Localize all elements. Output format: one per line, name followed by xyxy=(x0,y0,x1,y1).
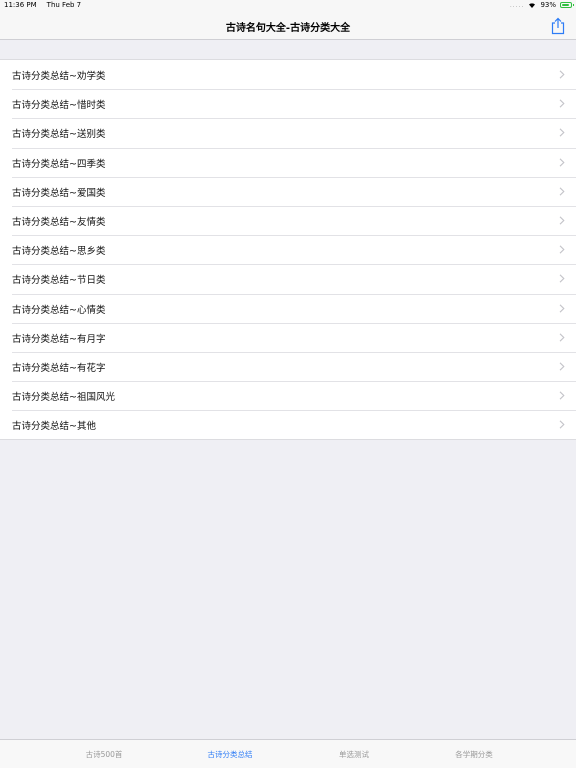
list-item[interactable]: 古诗分类总结~思乡类 xyxy=(0,235,576,264)
list-item[interactable]: 古诗分类总结~其他 xyxy=(0,410,576,439)
list-item[interactable]: 古诗分类总结~有花字 xyxy=(0,351,576,381)
chevron-right-icon xyxy=(559,333,565,342)
status-date: Thu Feb 7 xyxy=(46,1,82,9)
list-item[interactable]: 古诗分类总结~惜时类 xyxy=(0,89,576,118)
tab-item[interactable]: 古诗500首 xyxy=(86,749,123,760)
share-button[interactable] xyxy=(550,17,566,35)
list-item-label: 古诗分类总结~有月字 xyxy=(12,333,106,345)
nav-bar: 古诗名句大全-古诗分类大全 xyxy=(0,12,576,40)
list-item[interactable]: 古诗分类总结~祖国风光 xyxy=(0,381,576,410)
list-item[interactable]: 古诗分类总结~劝学类 xyxy=(0,60,576,89)
tab-bar: 古诗500首 古诗分类总结 单选测试 各学期分类 xyxy=(0,739,576,768)
chevron-right-icon xyxy=(559,274,565,283)
chevron-right-icon xyxy=(559,157,565,167)
list-item[interactable]: 古诗分类总结~四季类 xyxy=(0,147,576,177)
chevron-right-icon xyxy=(559,70,565,79)
list-item[interactable]: 古诗分类总结~节日类 xyxy=(0,264,576,293)
status-left: 11:36 PM Thu Feb 7 xyxy=(4,1,81,9)
list-item-label: 古诗分类总结~节日类 xyxy=(12,275,106,287)
battery-fill xyxy=(562,4,570,6)
page-title: 古诗名句大全-古诗分类大全 xyxy=(225,23,351,34)
chevron-right-icon xyxy=(559,420,565,429)
battery-percent: 93% xyxy=(540,1,556,9)
status-bar: 11:36 PM Thu Feb 7 ..... 93% xyxy=(0,0,576,12)
list-item[interactable]: 古诗分类总结~爱国类 xyxy=(0,176,576,206)
chevron-right-icon xyxy=(559,391,565,400)
battery-icon xyxy=(560,2,574,8)
list-item[interactable]: 古诗分类总结~有月字 xyxy=(0,322,576,352)
list-item-label: 古诗分类总结~有花字 xyxy=(12,362,106,374)
screen: 11:36 PM Thu Feb 7 ..... 93% 古诗名句大全-古诗分类… xyxy=(0,0,576,768)
list-item-label: 古诗分类总结~思乡类 xyxy=(12,246,106,258)
list-item-label: 古诗分类总结~友情类 xyxy=(12,216,106,228)
share-icon xyxy=(551,17,565,35)
chevron-right-icon xyxy=(559,99,565,108)
list-item[interactable]: 古诗分类总结~送别类 xyxy=(0,118,576,147)
chevron-right-icon xyxy=(559,362,565,371)
list-item-label: 古诗分类总结~其他 xyxy=(12,421,96,433)
chevron-right-icon xyxy=(559,216,565,225)
chevron-right-icon xyxy=(559,128,565,137)
list-item-label: 古诗分类总结~劝学类 xyxy=(12,71,106,82)
tab-item[interactable]: 各学期分类 xyxy=(455,749,493,760)
list-item[interactable]: 古诗分类总结~心情类 xyxy=(0,293,576,323)
list-item-label: 古诗分类总结~四季类 xyxy=(12,158,106,170)
list-item-label: 古诗分类总结~祖国风光 xyxy=(12,392,115,404)
list-item-label: 古诗分类总结~惜时类 xyxy=(12,100,106,112)
status-right: ..... 93% xyxy=(509,1,574,9)
wifi-icon xyxy=(528,2,536,8)
list-item[interactable]: 古诗分类总结~友情类 xyxy=(0,205,576,235)
status-time: 11:36 PM xyxy=(4,1,37,9)
tab-item[interactable]: 单选测试 xyxy=(339,749,369,760)
chevron-right-icon xyxy=(559,303,565,313)
category-list: 古诗分类总结~劝学类 古诗分类总结~惜时类 古诗分类总结~送别类 古诗分类总结~四季类… xyxy=(0,59,576,441)
list-item-label: 古诗分类总结~心情类 xyxy=(12,304,106,316)
signal-dots: ..... xyxy=(509,1,525,9)
list-item-label: 古诗分类总结~爱国类 xyxy=(12,187,106,199)
chevron-right-icon xyxy=(559,245,565,254)
list-item-label: 古诗分类总结~送别类 xyxy=(12,129,106,141)
tab-item[interactable]: 古诗分类总结 xyxy=(208,749,253,760)
chevron-right-icon xyxy=(559,187,565,196)
